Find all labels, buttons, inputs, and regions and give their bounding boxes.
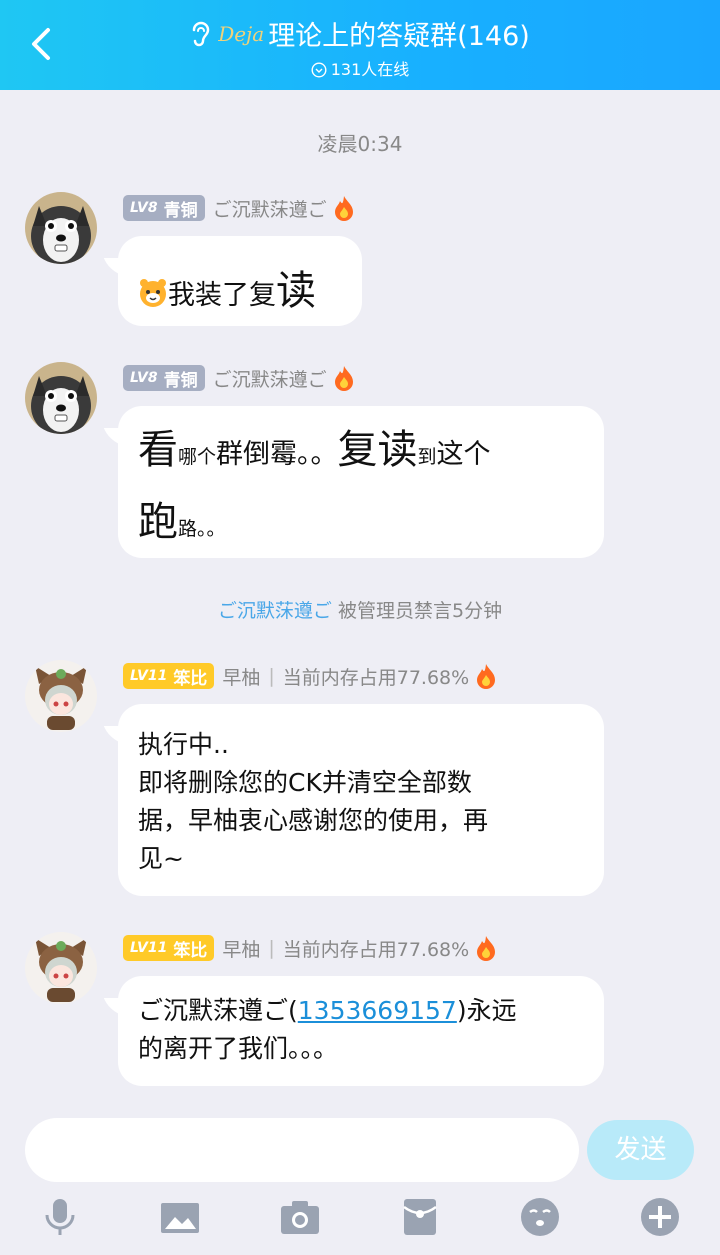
message-bubble[interactable]: ご沉默莯遵ご(1353669157)永远 的离开了我们。。。	[118, 976, 604, 1086]
online-count[interactable]: 131人在线	[0, 56, 720, 80]
group-title: 理论上的答疑群(146)	[268, 21, 530, 52]
message-input[interactable]	[25, 1118, 579, 1182]
message-text: 我装了复	[168, 280, 276, 311]
sender-name[interactable]: ご沉默莯遵ご	[213, 365, 327, 392]
avatar-husky[interactable]	[25, 192, 97, 264]
message-line-2: 跑路。。	[138, 499, 226, 545]
tiger-emoji-icon	[140, 279, 166, 307]
plus-icon[interactable]	[638, 1195, 682, 1239]
message-bubble[interactable]: 执行中.. 即将删除您的CK并清空全部数 据，早柚衷心感谢您的使用，再 见~	[118, 704, 604, 896]
chat-header: Deja 理论上的答疑群(146) 131人在线	[0, 0, 720, 90]
group-title-row[interactable]: Deja 理论上的答疑群(146)	[0, 14, 720, 53]
level-badge: LV11 笨比	[123, 663, 215, 689]
level-badge: LV8 青铜	[123, 365, 205, 391]
message-line: 见~	[138, 844, 184, 873]
sender-meta: LV11 笨比 早柚 | 当前内存占用77.68%	[123, 662, 497, 690]
camera-icon[interactable]	[278, 1195, 322, 1239]
ear-icon	[192, 21, 210, 46]
flame-icon	[477, 664, 496, 689]
qq-number-link[interactable]: 1353669157	[298, 996, 457, 1025]
sender-status: 当前内存占用77.68%	[282, 938, 470, 961]
avatar-bot[interactable]	[25, 660, 97, 732]
avatar-husky[interactable]	[25, 362, 97, 434]
flame-icon	[477, 936, 496, 961]
message-line: 即将删除您的CK并清空全部数	[138, 768, 472, 797]
sender-meta: LV8 青铜 ご沉默莯遵ご	[123, 364, 355, 392]
red-packet-icon[interactable]	[398, 1195, 442, 1239]
image-icon[interactable]	[158, 1195, 202, 1239]
level-badge: LV11 笨比	[123, 935, 215, 961]
deja-logo: Deja	[218, 21, 265, 46]
microphone-icon[interactable]	[38, 1195, 82, 1239]
message-line: 据，早柚衷心感谢您的使用，再	[138, 806, 489, 835]
sender-meta: LV11 笨比 早柚 | 当前内存占用77.68%	[123, 934, 497, 962]
sender-status: 当前内存占用77.68%	[282, 666, 470, 689]
sender-name[interactable]: 早柚	[222, 663, 260, 690]
message-line: 执行中..	[138, 730, 229, 759]
message-text-large: 读	[276, 268, 316, 314]
divider: |	[268, 937, 275, 959]
sender-meta: LV8 青铜 ご沉默莯遵ご	[123, 194, 355, 222]
message-bubble[interactable]: 我装了复读	[118, 236, 362, 326]
chevron-down-circle-icon	[311, 62, 327, 78]
emoji-icon[interactable]	[518, 1195, 562, 1239]
input-toolbar	[0, 1195, 720, 1245]
system-notice: ご沉默莯遵ご 被管理员禁言5分钟	[217, 600, 503, 622]
time-divider: 凌晨0:34	[317, 132, 403, 156]
sender-name[interactable]: ご沉默莯遵ご	[213, 195, 327, 222]
level-badge: LV8 青铜	[123, 195, 205, 221]
message-bubble[interactable]: 看哪个群倒霉。。复读到这个 跑路。。	[118, 406, 604, 558]
avatar-bot[interactable]	[25, 932, 97, 1004]
flame-icon	[334, 366, 353, 391]
sender-name[interactable]: 早柚	[222, 935, 260, 962]
muted-user-link[interactable]: ご沉默莯遵ご	[218, 600, 332, 622]
message-line: ご沉默莯遵ご(1353669157)永远	[138, 996, 517, 1025]
send-button[interactable]: 发送	[587, 1120, 694, 1180]
message-line: 的离开了我们。。。	[138, 1034, 339, 1063]
divider: |	[268, 665, 275, 687]
flame-icon	[334, 196, 353, 221]
message-line-1: 看哪个群倒霉。。复读到这个	[138, 427, 491, 473]
